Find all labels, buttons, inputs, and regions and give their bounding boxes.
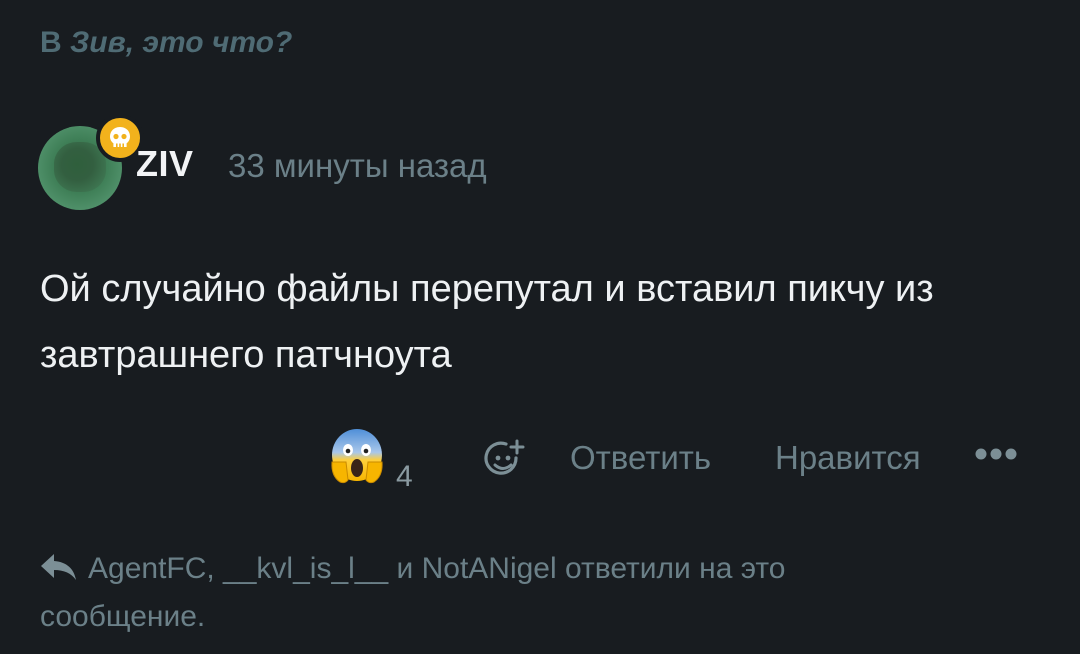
message-text: Ой случайно файлы перепутал и вставил пи… [40,268,934,376]
more-dots-icon[interactable] [972,444,1020,464]
reply-arrow-icon [41,554,76,580]
replies-note-text: AgentFC, __kvl_is_l__ и NotANigel ответи… [40,552,786,633]
replies-note[interactable]: AgentFC, __kvl_is_l__ и NotANigel ответи… [40,545,940,641]
like-button[interactable]: Нравится [775,439,921,477]
reaction-count: 4 [396,460,413,493]
thread-title-link[interactable]: Зив, это что? [70,26,292,59]
reply-context[interactable]: В Зив, это что? [40,26,292,60]
reaction-button[interactable]: 4 [328,428,428,493]
action-bar: 4 Ответить Нравится [0,420,1080,500]
add-emoji-icon[interactable] [482,438,526,482]
timestamp: 33 минуты назад [228,147,487,184]
post-header: ZIV 33 минуты назад [38,114,738,218]
reply-button[interactable]: Ответить [570,439,711,477]
username[interactable]: ZIV [136,143,194,185]
screaming-face-icon [331,429,383,484]
reply-context-prefix: В [40,26,62,59]
